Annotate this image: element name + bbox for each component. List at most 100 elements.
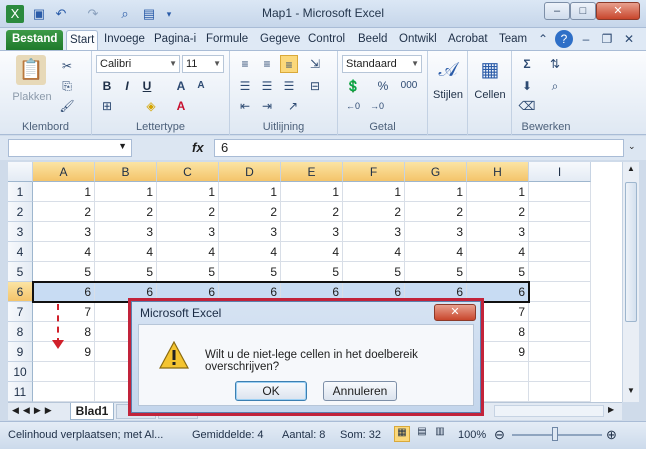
cell[interactable]: 5 [157, 262, 219, 282]
column-header[interactable]: H [467, 162, 529, 182]
scroll-down-icon[interactable]: ▼ [624, 386, 638, 400]
cell[interactable]: 9 [33, 342, 95, 362]
zoom-out-icon[interactable]: ⊖ [494, 427, 505, 443]
cell[interactable]: 2 [95, 202, 157, 222]
underline-button[interactable]: U [138, 77, 156, 95]
cell[interactable]: 3 [343, 222, 405, 242]
cell[interactable] [33, 362, 95, 382]
cut-icon[interactable]: ✂ [58, 57, 76, 75]
cell[interactable]: 2 [343, 202, 405, 222]
cell[interactable]: 4 [219, 242, 281, 262]
tab-review[interactable]: Control [305, 30, 351, 50]
format-painter-icon[interactable]: 🖌 [58, 97, 76, 115]
autosum-icon[interactable]: Σ [518, 55, 536, 73]
workbook-minimize-icon[interactable]: – [577, 30, 595, 48]
merge-center-icon[interactable]: ⊟ [306, 77, 324, 95]
scroll-right-icon[interactable]: ▶ [608, 405, 614, 414]
cells-button[interactable]: Cellen [468, 89, 512, 101]
zoom-level[interactable]: 100% [458, 429, 486, 441]
name-box[interactable]: ▼ [8, 139, 132, 157]
cell[interactable]: 1 [33, 182, 95, 202]
cell[interactable]: 2 [405, 202, 467, 222]
cells-icon[interactable]: ▦ [475, 55, 505, 85]
vertical-scrollbar[interactable]: ▲ ▼ [622, 162, 639, 402]
paste-button[interactable]: Plakken [8, 91, 56, 103]
normal-view-icon[interactable]: ▦ [394, 426, 410, 442]
cell[interactable]: 3 [219, 222, 281, 242]
font-color-icon[interactable]: A [172, 97, 190, 115]
currency-icon[interactable]: 💲 [344, 77, 362, 95]
row-header[interactable]: 10 [8, 362, 33, 382]
cell[interactable] [529, 282, 591, 302]
page-break-view-icon[interactable]: ▥ [432, 426, 448, 442]
cell[interactable]: 5 [281, 262, 343, 282]
decrease-decimal-icon[interactable]: →0 [368, 97, 386, 115]
cell[interactable]: 5 [343, 262, 405, 282]
cell[interactable] [529, 322, 591, 342]
minimize-button[interactable]: – [544, 2, 570, 20]
cell[interactable]: 4 [467, 242, 529, 262]
formula-input[interactable]: 6 [214, 139, 624, 157]
align-middle-icon[interactable]: ≡ [258, 55, 276, 73]
shrink-font-button[interactable]: A [192, 77, 210, 95]
cell[interactable]: 4 [95, 242, 157, 262]
cell[interactable] [529, 262, 591, 282]
tab-team[interactable]: Team [496, 30, 530, 50]
insert-function-button[interactable]: fx [192, 140, 204, 155]
cell[interactable]: 5 [95, 262, 157, 282]
cell[interactable]: 7 [33, 302, 95, 322]
align-right-icon[interactable]: ☰ [280, 77, 298, 95]
page-layout-view-icon[interactable]: ▤ [414, 426, 430, 442]
copy-icon[interactable]: ⎘ [58, 77, 76, 95]
expand-formula-icon[interactable]: ⌄ [628, 141, 636, 152]
column-header[interactable]: B [95, 162, 157, 182]
cell[interactable] [529, 242, 591, 262]
cell[interactable]: 2 [157, 202, 219, 222]
align-bottom-icon[interactable]: ≡ [280, 55, 298, 73]
cell[interactable] [529, 342, 591, 362]
cell[interactable]: 2 [33, 202, 95, 222]
tab-acrobat[interactable]: Acrobat [445, 30, 493, 50]
sheet-tab-active[interactable]: Blad1 [70, 403, 114, 420]
workbook-restore-icon[interactable]: ❐ [598, 30, 616, 48]
cell[interactable]: 4 [33, 242, 95, 262]
tab-developer[interactable]: Ontwikl [396, 30, 442, 50]
row-header[interactable]: 7 [8, 302, 33, 322]
fill-color-icon[interactable]: ◈ [142, 97, 160, 115]
orientation-icon[interactable]: ↗ [284, 97, 302, 115]
cell[interactable]: 3 [281, 222, 343, 242]
paste-icon[interactable]: 📋 [16, 55, 46, 85]
cell[interactable]: 1 [343, 182, 405, 202]
wrap-text-icon[interactable]: ⇲ [306, 55, 324, 73]
cell[interactable]: 5 [405, 262, 467, 282]
grow-font-button[interactable]: A [172, 77, 190, 95]
cell[interactable]: 5 [219, 262, 281, 282]
column-header[interactable]: I [529, 162, 591, 182]
cell[interactable] [529, 182, 591, 202]
italic-button[interactable]: I [118, 77, 136, 95]
cell[interactable] [529, 382, 591, 402]
tab-home[interactable]: Start [66, 30, 98, 50]
name-box-dropdown-icon[interactable]: ▼ [118, 141, 127, 151]
cell[interactable]: 4 [343, 242, 405, 262]
styles-button[interactable]: Stijlen [428, 89, 468, 101]
cell[interactable]: 4 [157, 242, 219, 262]
font-family-select[interactable]: Calibri ▼ [96, 55, 180, 73]
tab-page-layout[interactable]: Pagina-i [151, 30, 201, 50]
scroll-up-icon[interactable]: ▲ [624, 164, 638, 178]
cancel-button[interactable]: Annuleren [323, 381, 397, 401]
increase-decimal-icon[interactable]: ←0 [344, 97, 362, 115]
cell[interactable]: 3 [157, 222, 219, 242]
cell[interactable]: 1 [281, 182, 343, 202]
cell[interactable]: 1 [405, 182, 467, 202]
row-header[interactable]: 2 [8, 202, 33, 222]
horizontal-scrollbar[interactable] [494, 405, 604, 417]
row-header[interactable]: 1 [8, 182, 33, 202]
cell[interactable]: 5 [33, 262, 95, 282]
scroll-thumb[interactable] [625, 182, 637, 322]
zoom-in-icon[interactable]: ⊕ [606, 427, 617, 443]
cell[interactable]: 3 [467, 222, 529, 242]
cell[interactable]: 1 [95, 182, 157, 202]
column-header[interactable]: G [405, 162, 467, 182]
percent-button[interactable]: % [374, 77, 392, 95]
